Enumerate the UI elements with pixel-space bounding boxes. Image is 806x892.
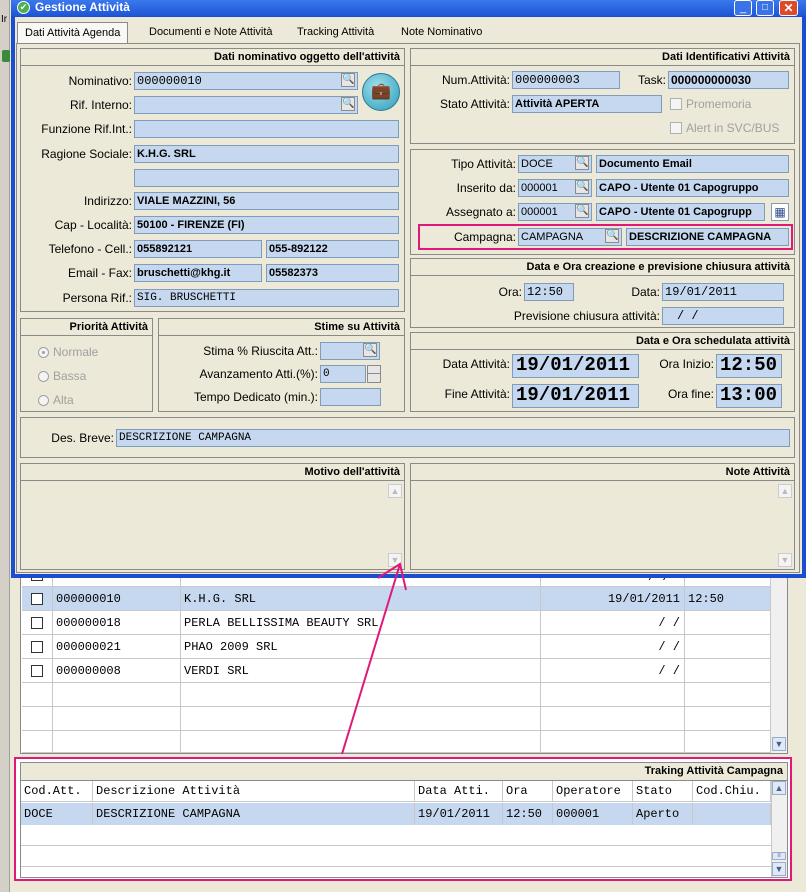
annotation-arrow — [341, 562, 407, 755]
